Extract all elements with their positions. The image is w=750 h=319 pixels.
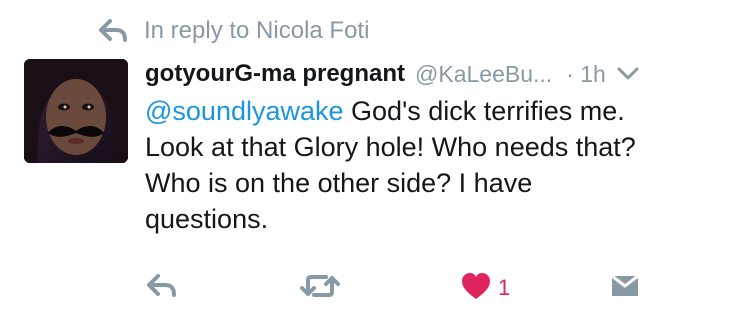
retweet-icon	[300, 272, 340, 305]
tweet-text-line: Look at that Glory hole! Who needs that?	[145, 132, 636, 162]
envelope-icon	[610, 273, 640, 304]
tweet-header: gotyourG-ma pregnant @KaLeeBu... · 1h	[145, 56, 735, 92]
avatar[interactable]	[24, 59, 128, 163]
direct-message-button[interactable]	[610, 268, 640, 308]
like-count: 1	[498, 275, 511, 300]
reply-button[interactable]	[146, 268, 178, 308]
tweet-text-segment: God's dick terrifies me.	[343, 96, 625, 126]
display-name[interactable]: gotyourG-ma pregnant	[145, 60, 405, 88]
screen-name[interactable]: @KaLeeBu...	[415, 61, 552, 88]
heart-icon	[460, 272, 492, 305]
tweet-text: @soundlyawake God's dick terrifies me. L…	[145, 93, 735, 237]
tweet-actions: 1	[0, 268, 750, 308]
retweet-button[interactable]	[300, 268, 340, 308]
avatar-image	[24, 59, 128, 163]
reply-icon	[146, 273, 178, 304]
mention-link[interactable]: @soundlyawake	[145, 96, 344, 126]
reply-context[interactable]: In reply to Nicola Foti	[98, 14, 369, 48]
timestamp[interactable]: · 1h	[566, 61, 606, 88]
tweet-text-line: questions.	[145, 204, 269, 234]
tweet-text-line: @soundlyawake God's dick terrifies me.	[145, 93, 735, 129]
chevron-down-icon[interactable]	[616, 66, 640, 82]
tweet-text-line: Who is on the other side? I have	[145, 168, 533, 198]
reply-context-text[interactable]: In reply to Nicola Foti	[144, 17, 369, 45]
like-button[interactable]: 1	[460, 268, 510, 308]
reply-arrow-icon	[98, 18, 128, 44]
